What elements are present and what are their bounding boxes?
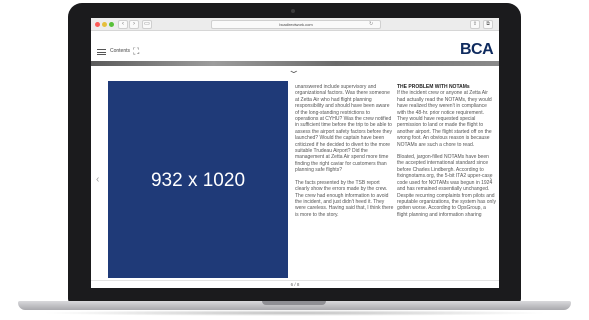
sidebar-toggle-button[interactable]: ▭ [142, 20, 152, 29]
article-column-left: unanswered include supervisory and organ… [295, 84, 394, 224]
next-page-arrow[interactable]: › [489, 174, 492, 185]
laptop-screen: ‹ › ▭ bcadirectwork.com ↻ ⇪ ⧉ Contents ⛶… [91, 18, 499, 288]
back-button[interactable]: ‹ [118, 20, 128, 29]
share-button[interactable]: ⇪ [470, 20, 480, 29]
show-tabs-button[interactable]: ⧉ [483, 20, 493, 29]
bca-logo-text: BCA [460, 41, 494, 58]
article-paragraph: Bloated, jargon-filled NOTAMs have been … [397, 154, 496, 218]
laptop-shadow [40, 310, 549, 316]
page-indicator: 6 / 8 [290, 282, 300, 287]
image-placeholder-label: 932 x 1020 [150, 170, 246, 191]
bca-logo: BCA [460, 41, 498, 61]
image-placeholder: 932 x 1020 [108, 81, 288, 278]
article-column-right: THE PROBLEM WITH NOTAMs If the incident … [397, 84, 496, 224]
fullscreen-icon[interactable]: ⛶ [133, 47, 142, 56]
laptop-base-notch [262, 301, 326, 305]
article-paragraph: If the incident crew or anyone at Zetta … [397, 90, 492, 148]
forward-button[interactable]: › [129, 20, 139, 29]
close-window-button[interactable] [95, 22, 100, 27]
address-bar[interactable]: bcadirectwork.com [211, 20, 381, 29]
reader-toolbar [91, 31, 499, 61]
browser-toolbar: ‹ › ▭ bcadirectwork.com ↻ ⇪ ⧉ [91, 18, 499, 31]
article-paragraph: The facts presented by the TSB report cl… [295, 179, 394, 218]
chevron-down-icon[interactable]: ⌄ [287, 66, 301, 75]
menu-icon[interactable] [97, 49, 106, 55]
camera-icon [291, 9, 295, 13]
minimize-window-button[interactable] [102, 22, 107, 27]
zoom-window-button[interactable] [109, 22, 114, 27]
address-bar-url: bcadirectwork.com [279, 22, 313, 27]
previous-page-arrow[interactable]: ‹ [96, 174, 99, 185]
contents-button[interactable]: Contents [110, 48, 130, 55]
article-paragraph: unanswered include supervisory and organ… [295, 84, 392, 174]
reload-icon[interactable]: ↻ [369, 20, 373, 29]
